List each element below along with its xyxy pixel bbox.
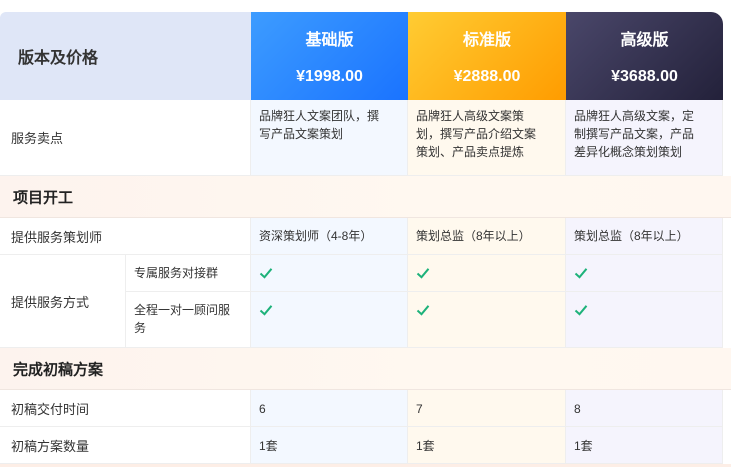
plan-price: ¥3688.00 bbox=[611, 68, 678, 85]
check-icon bbox=[574, 303, 588, 317]
row-label: 提供服务策划师 bbox=[0, 218, 251, 255]
check-icon bbox=[416, 303, 430, 317]
cell-text: 8 bbox=[574, 402, 581, 416]
cell-advanced: 8 bbox=[566, 390, 723, 427]
check-icon bbox=[259, 303, 273, 317]
text-line: 品牌狂人高级文案，定 bbox=[574, 109, 695, 123]
section-header-first-draft: 完成初稿方案 bbox=[0, 348, 731, 390]
table-row-service-mode: 提供服务方式 专属服务对接群 全程一对一顾问服 务 bbox=[0, 255, 731, 348]
plan-price: ¥2888.00 bbox=[453, 68, 521, 85]
cell-standard: 品牌狂人高级文案策 划，撰写产品介绍文案 策划、产品卖点提炼 bbox=[408, 100, 566, 176]
plan-name: 高级版 bbox=[620, 32, 669, 49]
cell-text: 1套 bbox=[416, 439, 435, 453]
text-line: 品牌狂人文案团队，撰 bbox=[259, 109, 380, 123]
sub-label-cell: 全程一对一顾问服 务 bbox=[126, 292, 251, 348]
section-title: 项目开工 bbox=[13, 189, 74, 206]
table-row-planner: 提供服务策划师 资深策划师（4-8年） 策划总监（8年以上） 策划总监（8年以上… bbox=[0, 218, 731, 255]
cell-basic: 资深策划师（4-8年） bbox=[251, 218, 408, 255]
cell-standard: 1套 bbox=[408, 427, 566, 464]
table-title: 版本及价格 bbox=[0, 12, 251, 100]
check-icon bbox=[259, 266, 273, 280]
plan-header-advanced[interactable]: 高级版 ¥3688.00 bbox=[566, 12, 723, 100]
cell-standard: 策划总监（8年以上） bbox=[408, 218, 566, 255]
cell-advanced: 1套 bbox=[566, 427, 723, 464]
cell-text: 资深策划师（4-8年） bbox=[259, 229, 373, 243]
row-label: 初稿方案数量 bbox=[0, 427, 251, 464]
row-label: 服务卖点 bbox=[0, 100, 251, 176]
table-row-selling-points: 服务卖点 品牌狂人文案团队，撰 写产品文案策划 品牌狂人高级文案策 划，撰写产品… bbox=[0, 100, 731, 176]
cell-standard bbox=[408, 292, 566, 348]
text-line: 划，撰写产品介绍文案 bbox=[416, 127, 537, 141]
check-icon bbox=[574, 266, 588, 280]
sub-label: 全程一对一顾问服 务 bbox=[134, 301, 230, 337]
cell-text: 策划总监（8年以上） bbox=[574, 229, 689, 243]
cell-text: 7 bbox=[416, 402, 423, 416]
plan-name: 标准版 bbox=[462, 32, 511, 49]
text-line: 品牌狂人高级文案策 bbox=[416, 109, 525, 123]
cell-standard: 7 bbox=[408, 390, 566, 427]
cell-basic bbox=[251, 292, 408, 348]
row-label: 初稿交付时间 bbox=[0, 390, 251, 427]
sub-label-cell: 专属服务对接群 bbox=[126, 255, 251, 292]
cell-text: 1套 bbox=[259, 439, 278, 453]
cell-advanced bbox=[566, 255, 723, 292]
cell-standard bbox=[408, 255, 566, 292]
cell-advanced: 策划总监（8年以上） bbox=[566, 218, 723, 255]
cell-basic: 1套 bbox=[251, 427, 408, 464]
cell-text: 6 bbox=[259, 402, 266, 416]
text-line: 写产品文案策划 bbox=[259, 127, 344, 141]
text-line: 制撰写产品文案，产品 bbox=[574, 127, 695, 141]
table-row-delivery-time: 初稿交付时间 6 7 8 bbox=[0, 390, 731, 427]
cell-advanced: 品牌狂人高级文案，定 制撰写产品文案，产品 差异化概念策划策划 bbox=[566, 100, 723, 176]
cell-advanced bbox=[566, 292, 723, 348]
check-icon bbox=[416, 266, 430, 280]
pricing-comparison-table: 版本及价格 基础版 ¥1998.00 标准版 ¥2888.00 高级版 ¥368… bbox=[0, 0, 731, 467]
row-label: 提供服务方式 bbox=[0, 255, 126, 348]
cell-text: 品牌狂人高级文案策 划，撰写产品介绍文案 策划、产品卖点提炼 bbox=[416, 107, 536, 161]
plan-name: 基础版 bbox=[305, 32, 354, 49]
plan-price: ¥1998.00 bbox=[296, 68, 363, 85]
cell-text: 品牌狂人文案团队，撰 写产品文案策划 bbox=[259, 107, 379, 143]
plan-header-standard[interactable]: 标准版 ¥2888.00 bbox=[408, 12, 566, 100]
text-line: 全程一对一顾问服 bbox=[134, 303, 231, 317]
text-line: 差异化概念策划策划 bbox=[574, 145, 683, 159]
text-line: 策划、产品卖点提炼 bbox=[416, 145, 525, 159]
section-header-project-start: 项目开工 bbox=[0, 176, 731, 218]
table-row-draft-count: 初稿方案数量 1套 1套 1套 bbox=[0, 427, 731, 464]
cell-basic: 6 bbox=[251, 390, 408, 427]
cell-text: 品牌狂人高级文案，定 制撰写产品文案，产品 差异化概念策划策划 bbox=[574, 107, 694, 161]
cell-basic bbox=[251, 255, 408, 292]
cell-basic: 品牌狂人文案团队，撰 写产品文案策划 bbox=[251, 100, 408, 176]
table-header: 版本及价格 基础版 ¥1998.00 标准版 ¥2888.00 高级版 ¥368… bbox=[0, 12, 731, 100]
cell-text: 1套 bbox=[574, 439, 593, 453]
text-line: 务 bbox=[134, 321, 147, 335]
cell-text: 策划总监（8年以上） bbox=[416, 229, 531, 243]
plan-header-basic[interactable]: 基础版 ¥1998.00 bbox=[251, 12, 408, 100]
section-title: 完成初稿方案 bbox=[13, 361, 104, 378]
sub-label: 专属服务对接群 bbox=[134, 266, 219, 280]
